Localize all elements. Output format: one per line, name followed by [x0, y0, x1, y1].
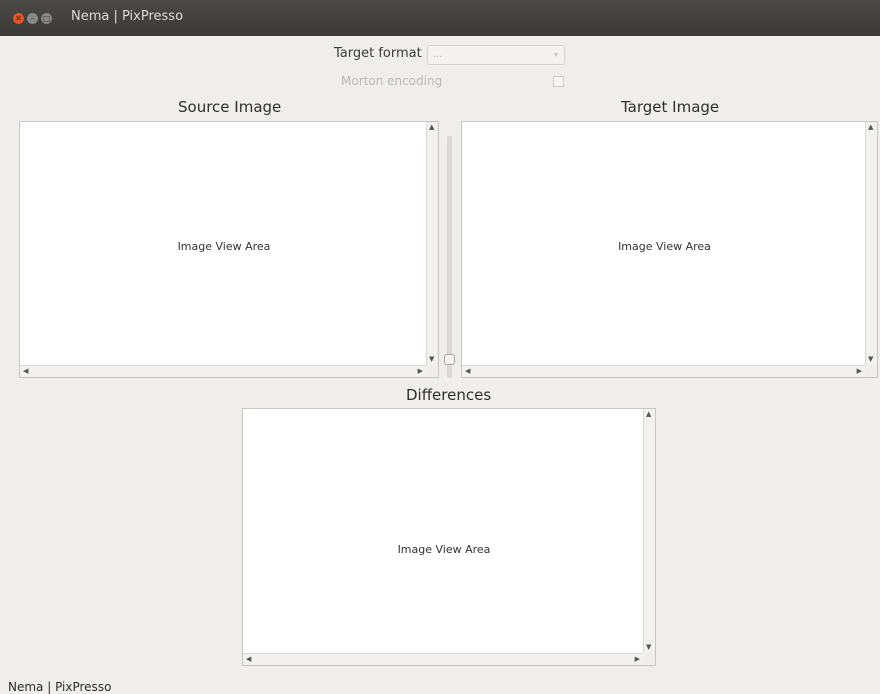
arrow-down-icon[interactable]: ▼ — [868, 356, 873, 363]
target-image-view[interactable]: Image View Area ▲ ▼ ◀ ▶ — [461, 121, 878, 378]
arrow-right-icon[interactable]: ▶ — [857, 368, 862, 375]
morton-encoding-checkbox[interactable] — [553, 76, 564, 87]
source-image-heading: Source Image — [178, 98, 282, 116]
source-horizontal-scrollbar[interactable]: ◀ ▶ — [20, 365, 426, 377]
maximize-icon: □ — [42, 13, 51, 23]
minimize-window-button[interactable]: – — [27, 13, 38, 24]
arrow-right-icon[interactable]: ▶ — [635, 656, 640, 663]
scroll-corner — [643, 653, 655, 665]
title-bar: ✕ – □ Nema | PixPresso — [0, 0, 880, 36]
close-window-button[interactable]: ✕ — [13, 13, 24, 24]
arrow-left-icon[interactable]: ◀ — [23, 368, 28, 375]
source-vertical-scrollbar[interactable]: ▲ ▼ — [426, 122, 438, 365]
window-title: Nema | PixPresso — [71, 9, 184, 24]
arrow-left-icon[interactable]: ◀ — [465, 368, 470, 375]
arrow-left-icon[interactable]: ◀ — [246, 656, 251, 663]
chevron-down-icon: ▾ — [553, 50, 558, 59]
arrow-up-icon[interactable]: ▲ — [429, 124, 434, 131]
view-splitter[interactable] — [447, 136, 452, 378]
morton-encoding-label: Morton encoding — [341, 74, 443, 88]
differences-vertical-scrollbar[interactable]: ▲ ▼ — [643, 409, 655, 653]
status-bar-text: Nema | PixPresso — [8, 680, 112, 694]
minimize-icon: – — [30, 13, 35, 23]
differences-view[interactable]: Image View Area ▲ ▼ ◀ ▶ — [242, 408, 656, 666]
target-vertical-scrollbar[interactable]: ▲ ▼ — [865, 122, 877, 365]
arrow-right-icon[interactable]: ▶ — [418, 368, 423, 375]
scroll-corner — [865, 365, 877, 377]
arrow-up-icon[interactable]: ▲ — [646, 411, 651, 418]
target-format-select[interactable]: ... ▾ — [427, 45, 565, 65]
differences-heading: Differences — [406, 386, 492, 404]
source-placeholder: Image View Area — [177, 240, 271, 253]
arrow-down-icon[interactable]: ▼ — [429, 356, 434, 363]
target-horizontal-scrollbar[interactable]: ◀ ▶ — [462, 365, 865, 377]
target-format-label: Target format — [334, 46, 422, 61]
splitter-handle[interactable] — [444, 354, 455, 365]
target-image-heading: Target Image — [621, 98, 720, 116]
source-image-view[interactable]: Image View Area ▲ ▼ ◀ ▶ — [19, 121, 439, 378]
arrow-up-icon[interactable]: ▲ — [868, 124, 873, 131]
target-format-value: ... — [433, 49, 443, 60]
differences-horizontal-scrollbar[interactable]: ◀ ▶ — [243, 653, 643, 665]
target-placeholder: Image View Area — [618, 240, 711, 253]
arrow-down-icon[interactable]: ▼ — [646, 644, 651, 651]
maximize-window-button[interactable]: □ — [41, 13, 52, 24]
close-icon: ✕ — [15, 13, 22, 23]
differences-placeholder: Image View Area — [397, 543, 491, 556]
scroll-corner — [426, 365, 438, 377]
